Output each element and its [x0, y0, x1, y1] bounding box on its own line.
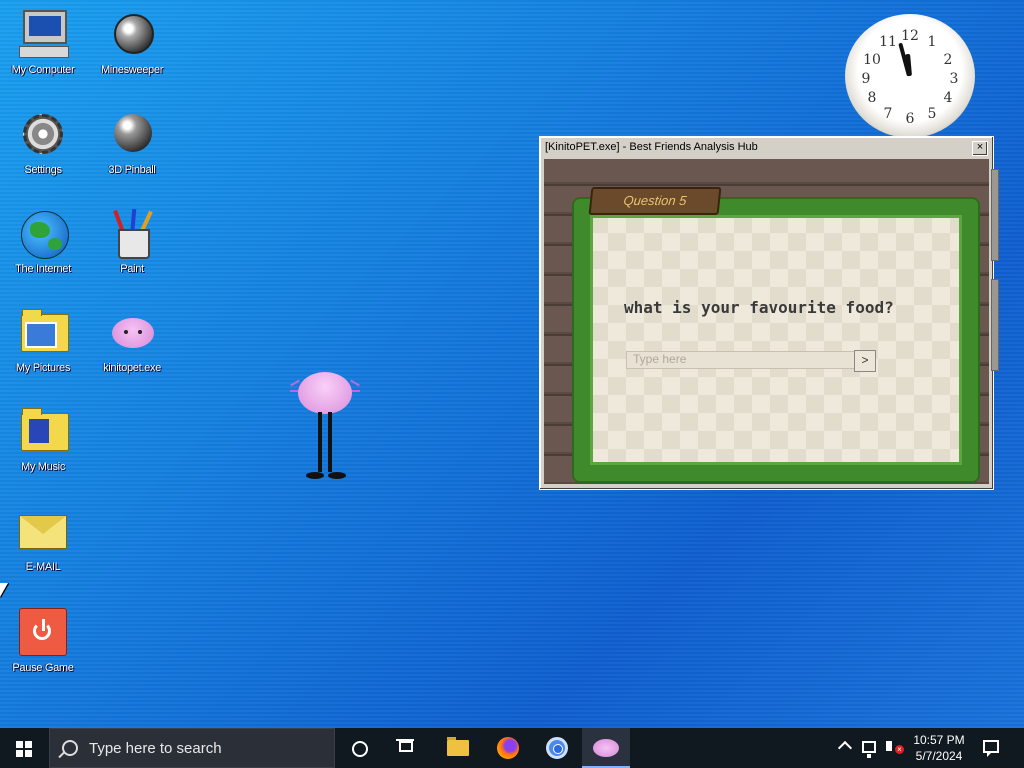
- window-titlebar[interactable]: [KinitoPET.exe] - Best Friends Analysis …: [543, 140, 990, 156]
- clock-number: 7: [883, 106, 893, 122]
- icon-label: E-MAIL: [25, 561, 61, 573]
- mine-icon: [106, 8, 158, 60]
- desktop-icon-the-internet[interactable]: The Internet: [0, 207, 88, 275]
- desktop-icon-paint[interactable]: Paint: [87, 207, 177, 275]
- windows-logo-icon: [16, 741, 32, 757]
- clock-number: 4: [943, 90, 953, 106]
- icon-label: Minesweeper: [100, 64, 164, 76]
- search-icon: [62, 740, 78, 756]
- clock-number: 9: [861, 71, 871, 87]
- question-text: what is your favourite food?: [624, 298, 894, 317]
- icon-label: Settings: [24, 164, 62, 176]
- side-tab: [991, 279, 999, 371]
- volume-muted-badge: ×: [895, 745, 904, 754]
- cortana-icon: [352, 741, 368, 757]
- gear-icon: [17, 108, 69, 160]
- globe-icon: [17, 207, 69, 259]
- axolotl-icon: [106, 306, 158, 358]
- desktop-icon-minesweeper[interactable]: Minesweeper: [87, 8, 177, 76]
- desktop-icon-my-pictures[interactable]: My Pictures: [0, 306, 88, 374]
- firefox-icon: [497, 737, 519, 759]
- icon-label: My Music: [20, 461, 66, 473]
- taskbar-date: 5/7/2024: [915, 749, 963, 763]
- start-button[interactable]: [0, 728, 48, 768]
- taskbar-time: 10:57 PM: [913, 733, 965, 747]
- computer-icon: [17, 8, 69, 60]
- window-content: Question 5 what is your favourite food? …: [544, 159, 999, 484]
- clock-number: 6: [905, 111, 915, 127]
- task-view-button[interactable]: [384, 728, 432, 768]
- question-number: Question 5: [622, 193, 688, 208]
- pet-head: [298, 372, 352, 414]
- side-tab: [991, 169, 999, 261]
- desktop-icon-3d-pinball[interactable]: 3D Pinball: [87, 108, 177, 176]
- window-close-button[interactable]: ×: [972, 141, 988, 156]
- mouse-cursor: [0, 583, 8, 597]
- icon-label: My Computer: [11, 64, 75, 76]
- envelope-icon: [17, 505, 69, 557]
- icon-label: Paint: [120, 263, 144, 275]
- axolotl-icon: [593, 739, 619, 757]
- desktop-icon-email[interactable]: E-MAIL: [0, 505, 88, 573]
- search-placeholder: Type here to search: [89, 740, 222, 757]
- notification-center-icon[interactable]: [983, 740, 999, 757]
- window-title: [KinitoPET.exe] - Best Friends Analysis …: [545, 141, 758, 153]
- clock-number: 8: [867, 90, 877, 106]
- desktop-icon-pause-game[interactable]: Pause Game: [0, 606, 88, 674]
- clock-number: 5: [927, 106, 937, 122]
- clock-number: 11: [879, 34, 897, 50]
- icon-label: The Internet: [15, 263, 71, 275]
- power-icon: [17, 606, 69, 658]
- answer-input[interactable]: Type here: [626, 351, 856, 369]
- icon-label: Pause Game: [12, 662, 74, 674]
- show-hidden-icons-chevron-icon[interactable]: [837, 740, 853, 756]
- music-folder-icon: [17, 405, 69, 457]
- folder-icon: [447, 737, 469, 756]
- cortana-button[interactable]: [336, 728, 384, 768]
- paint-icon: [106, 207, 158, 259]
- volume-icon[interactable]: [886, 741, 892, 751]
- clock-hour-hand: [905, 53, 912, 77]
- clock-number: 2: [943, 52, 953, 68]
- analog-clock-widget: 12 1 2 3 4 5 6 7 8 9 10 11: [845, 14, 975, 138]
- task-view-icon: [396, 739, 414, 752]
- kinitopet-taskbar-button[interactable]: [582, 728, 630, 768]
- kinitopet-window[interactable]: [KinitoPET.exe] - Best Friends Analysis …: [539, 136, 999, 490]
- file-explorer-button[interactable]: [434, 728, 482, 768]
- icon-label: 3D Pinball: [108, 164, 156, 176]
- clock-number: 12: [901, 28, 919, 44]
- pictures-folder-icon: [17, 306, 69, 358]
- kinito-pet-character[interactable]: [290, 368, 360, 488]
- icon-label: kinitopet.exe: [103, 362, 161, 374]
- taskbar-search[interactable]: Type here to search: [49, 728, 335, 768]
- question-board: [574, 199, 978, 481]
- firefox-button[interactable]: [484, 728, 532, 768]
- clock-number: 1: [927, 34, 937, 50]
- desktop-icon-my-music[interactable]: My Music: [0, 405, 88, 473]
- desktop-icon-my-computer[interactable]: My Computer: [0, 8, 88, 76]
- clock-number: 3: [949, 71, 959, 87]
- taskbar: Type here to search × 10:57 PM 5/7/2024: [0, 728, 1024, 768]
- clock-number: 10: [863, 52, 881, 68]
- taskbar-clock[interactable]: 10:57 PM 5/7/2024: [906, 732, 972, 764]
- submit-answer-button[interactable]: >: [854, 350, 876, 372]
- icon-label: My Pictures: [15, 362, 71, 374]
- desktop-icon-settings[interactable]: Settings: [0, 108, 88, 176]
- desktop-icon-kinitopet[interactable]: kinitopet.exe: [87, 306, 177, 374]
- question-sign: Question 5: [588, 187, 722, 215]
- pinball-icon: [106, 108, 158, 160]
- network-icon[interactable]: [862, 741, 876, 758]
- chrome-button[interactable]: [534, 728, 582, 768]
- chrome-icon: [546, 737, 568, 759]
